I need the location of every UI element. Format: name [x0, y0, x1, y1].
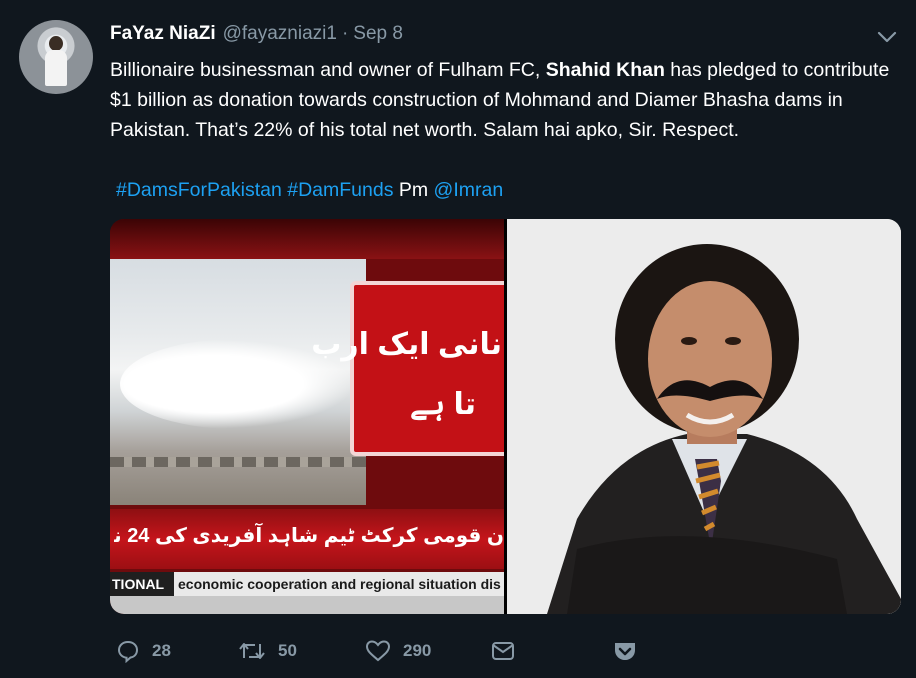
- news-banner-top: [110, 219, 504, 259]
- hashtag-damfunds[interactable]: #DamFunds: [287, 179, 393, 201]
- reply-count: 28: [152, 641, 171, 660]
- tweet-text-bold: Shahid Khan: [545, 59, 665, 81]
- pocket-button[interactable]: [612, 636, 638, 666]
- avatar[interactable]: [19, 20, 93, 94]
- reply-button[interactable]: 28: [116, 636, 171, 666]
- news-crawl-label: TIONAL: [110, 572, 174, 596]
- avatar-head: [49, 36, 63, 51]
- display-name[interactable]: FaYaz NiaZi: [110, 23, 216, 45]
- retweet-count: 50: [278, 641, 297, 660]
- direct-message-button[interactable]: [490, 636, 516, 666]
- retweet-button[interactable]: 50: [238, 636, 297, 666]
- separator-dot: ·: [341, 23, 349, 44]
- tweet-text-part1: Billionaire businessman and owner of Ful…: [110, 59, 546, 81]
- tweet-actions: 28 50 290: [0, 636, 916, 666]
- urdu-headline-line1: نانی ایک ارب: [311, 328, 502, 361]
- tweet-text: Billionaire businessman and owner of Ful…: [110, 55, 890, 145]
- urdu-ticker-text: ن قومی کرکٹ ٹیم شاہد آفریدی کی 24 نیوز س…: [114, 525, 504, 547]
- retweet-icon: [239, 643, 265, 659]
- tweet-header: FaYaz NiaZi @fayazniazi1 · Sep 8: [110, 23, 403, 49]
- news-crawl-text: economic cooperation and regional situat…: [178, 576, 501, 592]
- tweet-date[interactable]: Sep 8: [353, 23, 403, 45]
- like-icon: [365, 640, 391, 662]
- tweet-tags-line: #DamsForPakistan #DamFunds Pm @Imran: [116, 175, 503, 205]
- dam-wall: [110, 457, 366, 467]
- caret-down-icon[interactable]: [876, 30, 898, 44]
- urdu-headline-line2: تا ہے: [410, 388, 477, 421]
- tweet-plain-word: Pm: [398, 179, 429, 201]
- hashtag-damsforpakistan[interactable]: #DamsForPakistan: [116, 179, 282, 201]
- urdu-headline-box: [350, 281, 504, 456]
- avatar-figure: [45, 50, 67, 86]
- media-grid: نانی ایک ارب تا ہے ن قومی کرکٹ ٹیم شاہد …: [110, 219, 901, 614]
- mention-imran[interactable]: @Imran: [434, 179, 504, 201]
- like-count: 290: [403, 641, 432, 660]
- message-icon: [492, 642, 514, 660]
- portrait-image[interactable]: [507, 219, 901, 614]
- news-bottom-strip: [110, 596, 504, 614]
- reply-icon: [117, 640, 139, 663]
- like-button[interactable]: 290: [365, 636, 431, 666]
- portrait-illustration: [507, 219, 901, 614]
- user-handle[interactable]: @fayazniazi1: [223, 23, 337, 45]
- tweet[interactable]: FaYaz NiaZi @fayazniazi1 · Sep 8 Billion…: [0, 0, 916, 678]
- news-screenshot-image[interactable]: نانی ایک ارب تا ہے ن قومی کرکٹ ٹیم شاہد …: [110, 219, 504, 614]
- pocket-icon: [615, 643, 635, 660]
